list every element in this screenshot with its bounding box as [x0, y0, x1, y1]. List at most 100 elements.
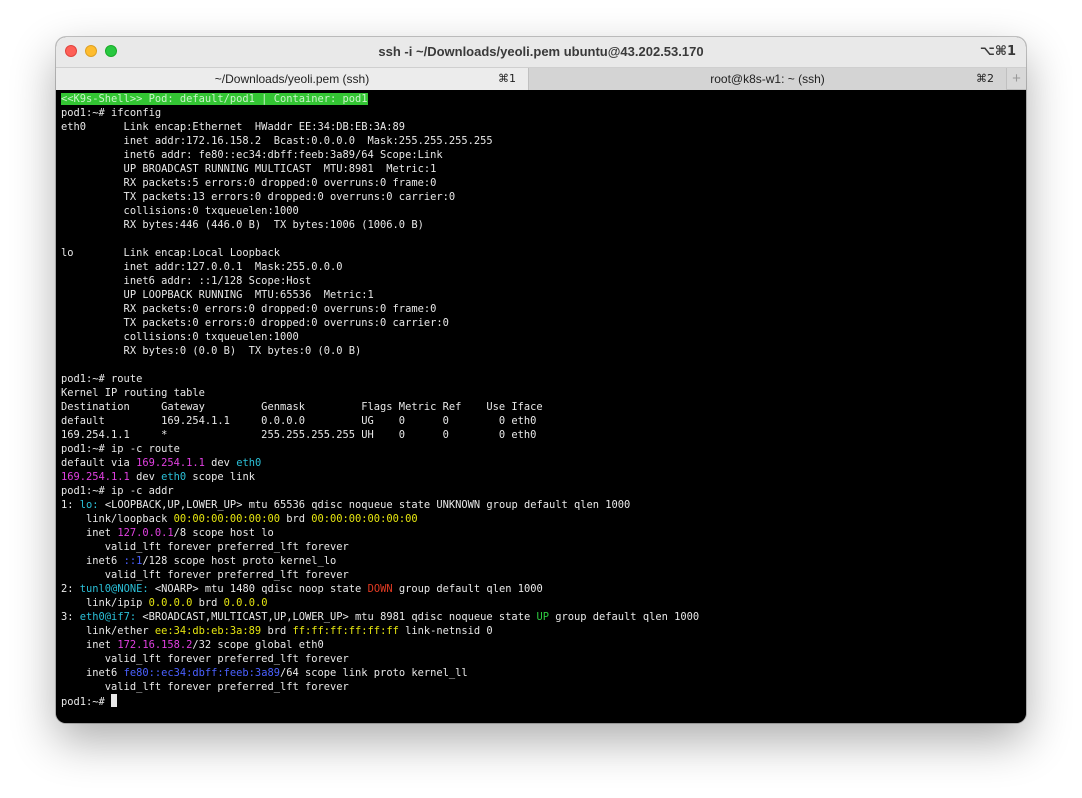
- text: /64 scope link proto kernel_ll: [279, 667, 468, 679]
- ip-addr-line: inet 172.16.158.2/32 scope global eth0: [61, 638, 1026, 652]
- text: 2:: [61, 583, 80, 595]
- window-title: ssh -i ~/Downloads/yeoli.pem ubuntu@43.2…: [378, 44, 704, 59]
- route-ip: 169.254.1.1: [61, 471, 130, 483]
- text: link/loopback: [61, 513, 174, 525]
- terminal-window: ssh -i ~/Downloads/yeoli.pem ubuntu@43.2…: [56, 37, 1026, 723]
- title-bar: ssh -i ~/Downloads/yeoli.pem ubuntu@43.2…: [56, 37, 1026, 67]
- text: default via: [61, 457, 137, 469]
- terminal-line: collisions:0 txqueuelen:1000: [61, 331, 299, 343]
- terminal-line: Kernel IP routing table: [61, 387, 205, 399]
- broadcast-address: 00:00:00:00:00:00: [311, 513, 418, 525]
- text: 1:: [61, 499, 80, 511]
- text: inet6: [61, 555, 124, 567]
- prompt-line[interactable]: pod1:~#: [61, 694, 1026, 708]
- text: inet6: [61, 667, 124, 679]
- terminal-line: eth0 Link encap:Ethernet HWaddr EE:34:DB…: [61, 121, 406, 133]
- interface-name: lo:: [79, 499, 99, 511]
- terminal-line: pod1:~# ip -c route: [61, 443, 180, 455]
- ip-route-line: default via 169.254.1.1 dev eth0: [61, 456, 1026, 470]
- text: <NOARP> mtu 1480 qdisc noop state: [148, 583, 368, 595]
- tab-label: ~/Downloads/yeoli.pem (ssh): [214, 72, 370, 86]
- tab-bar: ~/Downloads/yeoli.pem (ssh) ⌘1 root@k8s-…: [56, 67, 1026, 90]
- text: 3:: [61, 611, 80, 623]
- terminal-line: valid_lft forever preferred_lft forever: [61, 569, 349, 581]
- ip-addr-line: inet 127.0.0.1/8 scope host lo: [61, 526, 1026, 540]
- link-address: 0.0.0.0: [148, 597, 193, 609]
- broadcast-address: ff:ff:ff:ff:ff:ff: [292, 625, 399, 637]
- ip-addr-line: link/loopback 00:00:00:00:00:00 brd 00:0…: [61, 512, 1026, 526]
- terminal-line: 169.254.1.1 * 255.255.255.255 UH 0 0 0 e…: [61, 429, 537, 441]
- terminal-line: Destination Gateway Genmask Flags Metric…: [61, 401, 543, 413]
- tab-label: root@k8s-w1: ~ (ssh): [710, 72, 825, 86]
- text: link-netnsid 0: [398, 625, 493, 637]
- text: group default qlen 1000: [480, 499, 631, 511]
- device-name: eth0: [161, 471, 187, 483]
- text: dev: [129, 471, 162, 483]
- mac-address: 00:00:00:00:00:00: [173, 513, 280, 525]
- text: brd: [261, 625, 293, 637]
- text: link/ipip: [61, 597, 149, 609]
- tab-shortcut: ⌘1: [498, 72, 516, 85]
- inet-address: 172.16.158.2: [117, 639, 193, 651]
- terminal-line: inet6 addr: ::1/128 Scope:Host: [61, 275, 312, 287]
- ip-addr-line: inet6 ::1/128 scope host proto kernel_lo: [61, 554, 1026, 568]
- tab-k8s-w1-ssh[interactable]: root@k8s-w1: ~ (ssh) ⌘2: [528, 68, 1006, 90]
- interface-name: tunl0@NONE:: [79, 583, 149, 595]
- terminal-line: UP BROADCAST RUNNING MULTICAST MTU:8981 …: [61, 163, 437, 175]
- text: inet: [61, 527, 118, 539]
- text: group default qlen 1000: [548, 611, 700, 623]
- terminal-line: RX packets:5 errors:0 dropped:0 overruns…: [61, 177, 437, 189]
- text: /128 scope host proto kernel_lo: [142, 555, 337, 567]
- text: brd: [279, 513, 312, 525]
- terminal-line: pod1:~# route: [61, 373, 143, 385]
- terminal-line: RX bytes:0 (0.0 B) TX bytes:0 (0.0 B): [61, 345, 362, 357]
- text: scope link: [186, 471, 255, 483]
- ip-route-line: 169.254.1.1 dev eth0 scope link: [61, 470, 1026, 484]
- text: <BROADCAST,MULTICAST,UP,LOWER_UP> mtu 89…: [136, 611, 537, 623]
- broadcast-address: 0.0.0.0: [223, 597, 268, 609]
- new-tab-button[interactable]: +: [1006, 68, 1026, 90]
- terminal-line: TX packets:13 errors:0 dropped:0 overrun…: [61, 191, 456, 203]
- inet6-address: fe80::ec34:dbff:feeb:3a89: [123, 667, 280, 679]
- terminal-line: RX bytes:446 (446.0 B) TX bytes:1006 (10…: [61, 219, 424, 231]
- k9s-shell-banner: <<K9s-Shell>> Pod: default/pod1 | Contai…: [61, 93, 368, 105]
- inet-address: 127.0.0.1: [117, 527, 174, 539]
- terminal-line: inet addr:172.16.158.2 Bcast:0.0.0.0 Mas…: [61, 135, 493, 147]
- interface-state: UNKNOWN: [436, 499, 481, 511]
- terminal-line: default 169.254.1.1 0.0.0.0 UG 0 0 0 eth…: [61, 415, 537, 427]
- ip-addr-header-eth0: 3: eth0@if7: <BROADCAST,MULTICAST,UP,LOW…: [61, 610, 1026, 624]
- terminal-line: valid_lft forever preferred_lft forever: [61, 541, 349, 553]
- ip-addr-header-lo: 1: lo: <LOOPBACK,UP,LOWER_UP> mtu 65536 …: [61, 498, 1026, 512]
- text: link/ether: [61, 625, 155, 637]
- terminal-line: inet6 addr: fe80::ec34:dbff:feeb:3a89/64…: [61, 149, 443, 161]
- terminal-output[interactable]: <<K9s-Shell>> Pod: default/pod1 | Contai…: [56, 90, 1026, 723]
- mac-address: ee:34:db:eb:3a:89: [154, 625, 262, 637]
- terminal-line: UP LOOPBACK RUNNING MTU:65536 Metric:1: [61, 289, 374, 301]
- ip-addr-line: inet6 fe80::ec34:dbff:feeb:3a89/64 scope…: [61, 666, 1026, 680]
- text: /8 scope host lo: [173, 527, 274, 539]
- text: brd: [192, 597, 224, 609]
- text-cursor: [111, 694, 118, 707]
- inet6-address: ::1: [123, 555, 143, 567]
- tab-shortcut: ⌘2: [976, 72, 994, 85]
- text: inet: [61, 639, 118, 651]
- text: dev: [204, 457, 237, 469]
- terminal-line: RX packets:0 errors:0 dropped:0 overruns…: [61, 303, 437, 315]
- ip-addr-line: link/ether ee:34:db:eb:3a:89 brd ff:ff:f…: [61, 624, 1026, 638]
- device-name: eth0: [236, 457, 262, 469]
- text: <LOOPBACK,UP,LOWER_UP> mtu 65536 qdisc n…: [98, 499, 437, 511]
- prompt: pod1:~#: [61, 696, 112, 708]
- gateway-ip: 169.254.1.1: [136, 457, 205, 469]
- terminal-line: lo Link encap:Local Loopback: [61, 247, 280, 259]
- terminal-line: inet addr:127.0.0.1 Mask:255.0.0.0: [61, 261, 343, 273]
- ip-addr-header-tunl0: 2: tunl0@NONE: <NOARP> mtu 1480 qdisc no…: [61, 582, 1026, 596]
- tab-downloads-ssh[interactable]: ~/Downloads/yeoli.pem (ssh) ⌘1: [56, 68, 528, 90]
- terminal-line: valid_lft forever preferred_lft forever: [61, 681, 349, 693]
- text: group default qlen 1000: [392, 583, 543, 595]
- text: /32 scope global eth0: [192, 639, 324, 651]
- interface-state: UP: [536, 611, 549, 623]
- terminal-line: collisions:0 txqueuelen:1000: [61, 205, 299, 217]
- terminal-line: valid_lft forever preferred_lft forever: [61, 653, 349, 665]
